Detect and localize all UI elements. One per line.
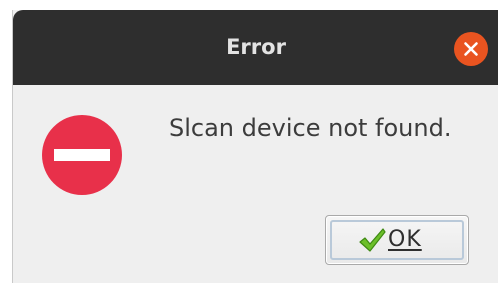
ok-button[interactable]: OK xyxy=(325,215,469,265)
title-bar[interactable]: Error xyxy=(13,10,498,85)
error-stop-icon xyxy=(42,115,122,195)
error-dialog: Error Slcan device not found. OK xyxy=(12,10,498,283)
dialog-title: Error xyxy=(226,35,286,59)
error-message: Slcan device not found. xyxy=(169,114,452,142)
checkmark-icon xyxy=(359,228,386,252)
close-button[interactable] xyxy=(454,32,488,66)
close-icon xyxy=(464,42,478,56)
ok-button-label: OK xyxy=(388,227,422,252)
